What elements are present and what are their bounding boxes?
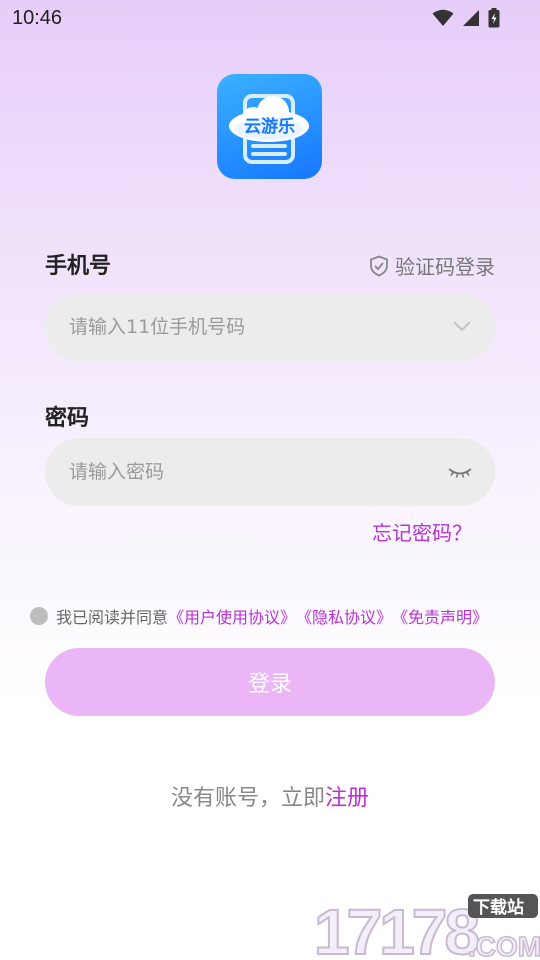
phone-input[interactable] [69,293,429,361]
password-field[interactable] [45,438,495,506]
phone-field[interactable] [45,293,495,361]
phone-label: 手机号 [45,254,112,279]
agreement-checkbox[interactable] [30,607,48,625]
signal-icon [463,10,479,26]
agreement-prefix: 我已阅读并同意 [56,608,169,627]
sms-login-link[interactable]: 验证码登录 [369,251,495,280]
chevron-down-icon[interactable] [451,315,473,337]
site-watermark: 17178 下载站 .COM [313,894,540,960]
login-button[interactable]: 登录 [45,648,495,716]
watermark-suffix: .COM [468,931,540,960]
register-prefix: 没有账号，立即 [170,786,325,811]
watermark-number: 17178 [314,896,478,960]
register-link[interactable]: 注册 [325,786,369,811]
logo-text: 云游乐 [244,117,295,137]
password-input[interactable] [69,438,429,506]
shield-check-icon [370,255,388,276]
sms-login-label: 验证码登录 [395,255,495,279]
status-bar: 10:46 [0,0,540,36]
user-agreement-link[interactable]: 《用户使用协议》 [168,604,296,628]
eye-closed-icon[interactable] [447,460,473,482]
watermark-badge: 下载站 [473,897,524,918]
agreement-row: 我已阅读并同意 《用户使用协议》 《隐私协议》 《免责声明》 [30,604,488,628]
battery-icon [488,8,500,28]
status-time: 10:46 [12,7,63,29]
register-row: 没有账号，立即注册 [0,780,540,812]
disclaimer-link[interactable]: 《免责声明》 [392,604,488,628]
privacy-link[interactable]: 《隐私协议》 [296,604,392,628]
password-label: 密码 [45,406,90,431]
wifi-icon [432,9,454,26]
forgot-password-link[interactable]: 忘记密码？ [372,517,472,546]
status-icons [432,8,500,28]
app-logo: 云游乐 [217,74,322,179]
